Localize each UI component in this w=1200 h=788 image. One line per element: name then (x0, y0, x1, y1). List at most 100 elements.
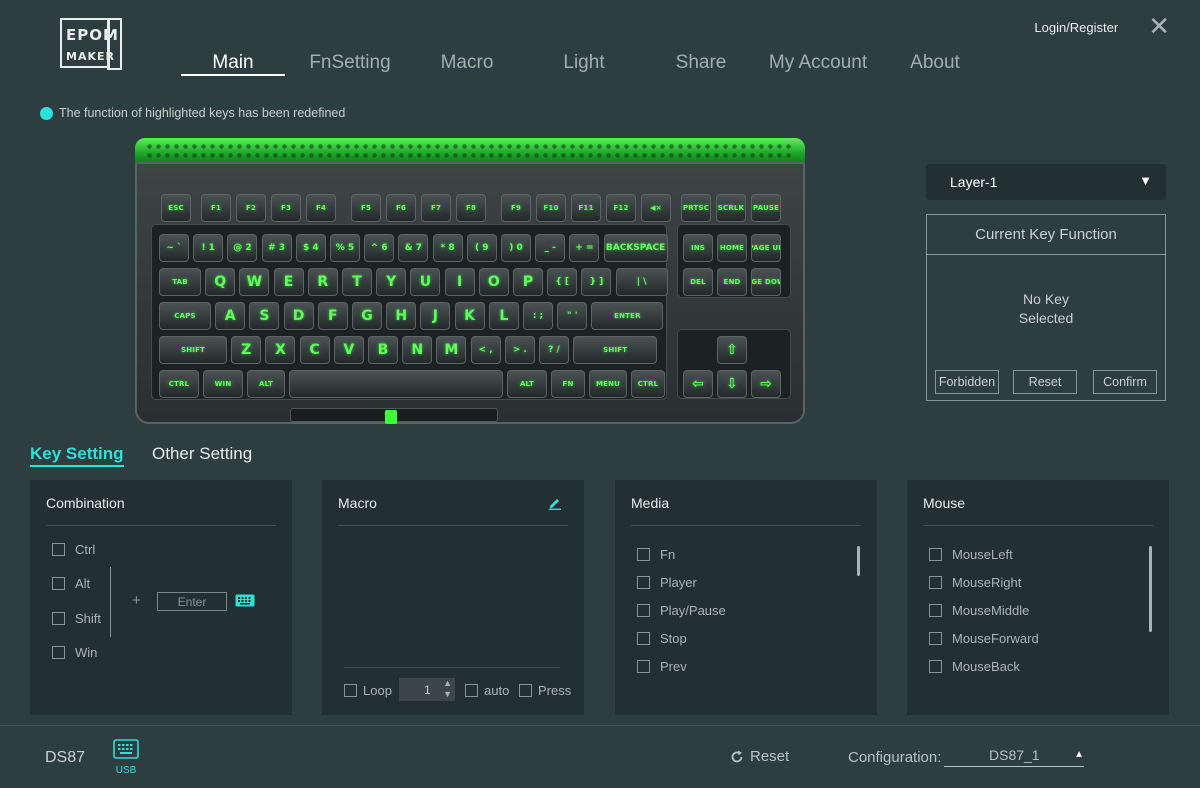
key-bottom-row[interactable]: > . (504, 336, 535, 364)
checkbox-icon[interactable] (52, 543, 65, 556)
checkbox-icon[interactable] (52, 612, 65, 625)
key-top-row[interactable]: P (513, 268, 543, 296)
edit-pencil-icon[interactable] (548, 496, 562, 510)
key-number-row[interactable]: # 3 (261, 234, 292, 262)
confirm-button[interactable]: Confirm (1093, 370, 1157, 394)
key-bottom-row[interactable]: SHIFT (573, 336, 658, 364)
key-nav-cluster[interactable]: PAGE UP (751, 234, 781, 262)
key-home-row[interactable]: G (352, 302, 382, 330)
key-fn-row[interactable]: F8 (456, 194, 486, 222)
key-arrow-left[interactable]: ⇦ (683, 370, 713, 398)
key-bottom-row[interactable]: SHIFT (159, 336, 227, 364)
key-bottom-row[interactable]: B (368, 336, 398, 364)
key-top-row[interactable]: E (273, 268, 304, 296)
checkbox-icon[interactable] (637, 660, 650, 673)
loop-checkbox[interactable]: Loop (344, 683, 392, 698)
mouse-scrollbar[interactable] (1149, 546, 1152, 632)
key-number-row[interactable]: ( 9 (466, 234, 497, 262)
key-home-row[interactable]: ENTER (591, 302, 664, 330)
key-number-row[interactable]: & 7 (398, 234, 429, 262)
tab-macro[interactable]: Macro (427, 52, 507, 78)
key-top-row[interactable]: U (410, 268, 441, 296)
key-top-row[interactable]: Y (376, 268, 407, 296)
key-number-row[interactable]: ^ 6 (364, 234, 395, 262)
key-home-row[interactable]: A (215, 302, 246, 330)
key-home-row[interactable]: : ; (523, 302, 553, 330)
checkbox-icon[interactable] (344, 684, 357, 697)
key-fn-row[interactable]: F4 (306, 194, 336, 222)
key-fn-row[interactable]: F3 (271, 194, 301, 222)
media-item[interactable]: Player (637, 575, 697, 590)
key-top-row[interactable]: Q (205, 268, 236, 296)
key-number-row[interactable]: + = (569, 234, 600, 262)
key-number-row[interactable]: BACKSPACE (603, 234, 668, 262)
key-bottom-row[interactable]: N (402, 336, 433, 364)
media-item[interactable]: Stop (637, 631, 687, 646)
keyboard-icon[interactable] (235, 594, 255, 607)
press-checkbox[interactable]: Press (519, 683, 571, 698)
tab-light[interactable]: Light (549, 52, 619, 78)
key-home-row[interactable]: S (249, 302, 280, 330)
stepper-up-icon[interactable]: ▲ (443, 678, 452, 688)
key-home-row[interactable]: L (488, 302, 519, 330)
layer-select[interactable]: Layer-1 ▼ (926, 164, 1166, 200)
key-top-row[interactable]: I (444, 268, 475, 296)
checkbox-icon[interactable] (637, 548, 650, 561)
checkbox-icon[interactable] (465, 684, 478, 697)
key-top-row[interactable]: O (478, 268, 509, 296)
stepper-down-icon[interactable]: ▼ (443, 689, 452, 699)
checkbox-icon[interactable] (519, 684, 532, 697)
key-spacebar[interactable] (289, 370, 503, 398)
key-space-row[interactable]: FN (551, 370, 585, 398)
shift-checkbox[interactable]: Shift (52, 611, 101, 626)
usb-connection[interactable]: USB (112, 739, 140, 776)
reset-all-button[interactable]: Reset (730, 748, 789, 765)
tab-share[interactable]: Share (666, 52, 736, 78)
media-item[interactable]: Prev (637, 659, 687, 674)
key-home-row[interactable]: K (454, 302, 485, 330)
mouse-item[interactable]: MouseForward (929, 631, 1039, 646)
key-bottom-row[interactable]: C (299, 336, 330, 364)
key-number-row[interactable]: ! 1 (193, 234, 224, 262)
key-top-row[interactable]: T (342, 268, 372, 296)
key-home-row[interactable]: CAPS (159, 302, 211, 330)
close-icon[interactable]: ✕ (1148, 14, 1170, 40)
key-bottom-row[interactable]: < , (470, 336, 501, 364)
key-fn-row[interactable]: F10 (536, 194, 566, 222)
key-bottom-row[interactable]: V (333, 336, 364, 364)
key-number-row[interactable]: $ 4 (295, 234, 326, 262)
key-nav-cluster[interactable]: INS (683, 234, 713, 262)
tab-fnsetting[interactable]: FnSetting (300, 52, 400, 78)
key-nav-cluster[interactable]: PAGE DOWN (751, 268, 781, 296)
key-arrow-down[interactable]: ⇩ (717, 370, 747, 398)
key-number-row[interactable]: % 5 (330, 234, 360, 262)
key-arrow-up[interactable]: ⇧ (717, 336, 747, 364)
tab-other-setting[interactable]: Other Setting (152, 444, 252, 464)
key-fn-row[interactable]: F2 (236, 194, 266, 222)
key-fn-row[interactable]: F7 (421, 194, 451, 222)
media-item[interactable]: Play/Pause (637, 603, 726, 618)
key-home-row[interactable]: J (420, 302, 451, 330)
reset-key-button[interactable]: Reset (1013, 370, 1077, 394)
tab-key-setting[interactable]: Key Setting (30, 444, 124, 467)
login-register-link[interactable]: Login/Register (1034, 20, 1118, 35)
configuration-select[interactable]: DS87_1 ▲ (944, 747, 1084, 767)
key-top-row[interactable]: TAB (159, 268, 201, 296)
key-nav-cluster[interactable]: HOME (717, 234, 747, 262)
key-top-row[interactable]: R (307, 268, 338, 296)
key-top-row[interactable]: { [ (547, 268, 578, 296)
key-fn-row[interactable]: F1 (201, 194, 231, 222)
key-fn-row[interactable]: F9 (501, 194, 531, 222)
tab-about[interactable]: About (900, 52, 970, 78)
key-home-row[interactable]: F (317, 302, 348, 330)
loop-count-stepper[interactable]: 1 ▲ ▼ (399, 678, 455, 701)
key-home-row[interactable]: H (386, 302, 417, 330)
key-space-row[interactable]: CTRL (159, 370, 199, 398)
alt-checkbox[interactable]: Alt (52, 576, 90, 591)
key-bottom-row[interactable]: X (265, 336, 296, 364)
key-bottom-row[interactable]: ? / (539, 336, 569, 364)
key-space-row[interactable]: ALT (507, 370, 547, 398)
key-number-row[interactable]: ) 0 (501, 234, 531, 262)
key-fn-row[interactable]: ESC (161, 194, 191, 222)
win-checkbox[interactable]: Win (52, 645, 97, 660)
